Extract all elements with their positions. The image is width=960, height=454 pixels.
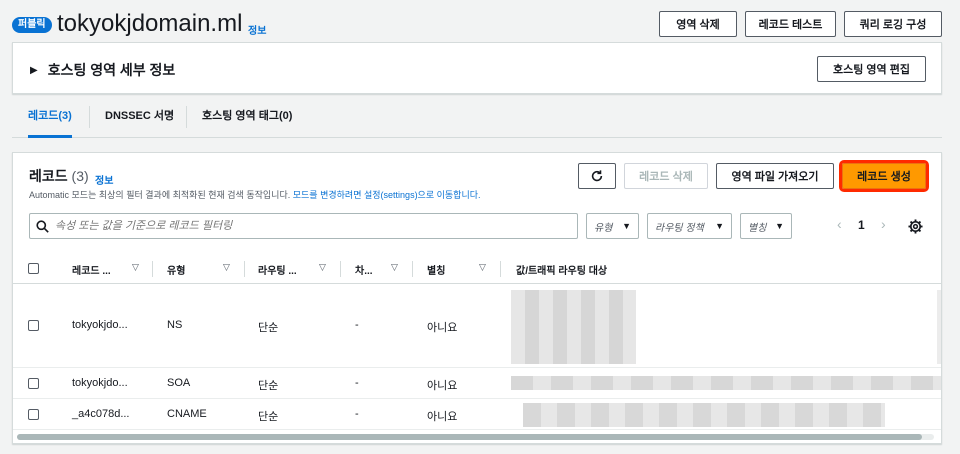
refresh-button[interactable] <box>578 163 616 189</box>
records-heading: 레코드 (3) <box>29 166 89 186</box>
redacted-value <box>523 403 885 427</box>
column-header-routing[interactable]: 라우팅 ... <box>258 262 297 277</box>
column-divider <box>412 261 413 277</box>
column-divider <box>340 261 341 277</box>
caret-down-icon: ▼ <box>715 221 724 231</box>
record-name: tokyokjdo... <box>72 319 128 331</box>
delete-zone-button[interactable]: 영역 삭제 <box>659 11 737 37</box>
gear-icon[interactable] <box>908 219 923 234</box>
record-routing: 단순 <box>258 380 279 392</box>
redacted-value <box>511 290 636 364</box>
records-info-link[interactable]: 정보 <box>95 172 113 187</box>
record-diff: - <box>355 319 359 331</box>
record-filter-search[interactable] <box>29 213 578 239</box>
row-checkbox[interactable] <box>28 409 39 420</box>
create-record-button[interactable]: 레코드 생성 <box>839 160 929 192</box>
settings-link[interactable]: 모드를 변경하려면 설정(settings)으로 이동합니다. <box>293 190 481 200</box>
sort-icon[interactable]: ▽ <box>132 262 139 273</box>
caret-down-icon: ▼ <box>775 221 784 231</box>
caret-right-icon: ▶ <box>30 64 38 76</box>
type-filter-select[interactable]: 유형 ▼ <box>586 213 639 239</box>
row-checkbox[interactable] <box>28 320 39 331</box>
row-checkbox[interactable] <box>28 378 39 389</box>
query-logging-button[interactable]: 쿼리 로깅 구성 <box>844 11 942 37</box>
alias-filter-select[interactable]: 별칭 ▼ <box>740 213 792 239</box>
alias-filter-label: 별칭 <box>748 222 767 234</box>
hosted-zone-details-title: 호스팅 영역 세부 정보 <box>47 62 176 78</box>
tab-records[interactable]: 레코드(3) <box>28 96 72 138</box>
sort-icon[interactable]: ▽ <box>223 262 230 273</box>
table-header: 레코드 ... ▽ 유형 ▽ 라우팅 ... ▽ 차... ▽ 별칭 ▽ 값/트… <box>13 254 941 284</box>
record-routing: 단순 <box>258 411 279 423</box>
record-diff: - <box>355 377 359 389</box>
sort-icon[interactable]: ▽ <box>479 262 486 273</box>
record-type: NS <box>167 319 183 331</box>
refresh-icon <box>591 170 603 182</box>
edit-hosted-zone-button[interactable]: 호스팅 영역 편집 <box>817 56 926 82</box>
sort-icon[interactable]: ▽ <box>319 262 326 273</box>
select-all-checkbox[interactable] <box>28 263 39 274</box>
page-title: tokyokjdomain.ml <box>57 10 243 37</box>
record-routing: 단순 <box>258 322 279 334</box>
record-diff: - <box>355 408 359 420</box>
record-alias: 아니요 <box>427 411 458 423</box>
table-row[interactable]: _a4c078d... CNAME 단순 - 아니요 <box>13 399 941 430</box>
description-text: Automatic 모드는 최상의 필터 결과에 최적화된 현재 검색 동작입니… <box>29 190 293 200</box>
tab-divider <box>186 106 187 128</box>
record-alias: 아니요 <box>427 322 458 334</box>
caret-down-icon: ▼ <box>622 221 631 231</box>
routing-filter-select[interactable]: 라우팅 정책 ▼ <box>647 213 732 239</box>
table-row[interactable]: tokyokjdo... NS 단순 - 아니요 <box>13 284 941 368</box>
import-zone-file-button[interactable]: 영역 파일 가져오기 <box>716 163 834 189</box>
public-badge: 퍼블릭 <box>12 17 52 33</box>
record-type: SOA <box>167 377 191 389</box>
title-info-link[interactable]: 정보 <box>248 22 266 37</box>
search-icon <box>36 219 49 233</box>
column-header-name[interactable]: 레코드 ... <box>72 262 111 277</box>
column-header-type[interactable]: 유형 <box>167 262 185 277</box>
column-header-value[interactable]: 값/트래픽 라우팅 대상 <box>516 262 607 277</box>
record-alias: 아니요 <box>427 380 458 392</box>
routing-filter-label: 라우팅 정책 <box>655 222 704 234</box>
records-count: (3) <box>71 168 89 184</box>
column-divider <box>244 261 245 277</box>
current-page[interactable]: 1 <box>858 218 865 232</box>
test-record-button[interactable]: 레코드 테스트 <box>745 11 836 37</box>
tab-tags[interactable]: 호스팅 영역 태그(0) <box>202 96 292 138</box>
column-header-diff[interactable]: 차... <box>355 262 373 277</box>
search-input[interactable] <box>55 220 555 232</box>
delete-record-button[interactable]: 레코드 삭제 <box>624 163 708 189</box>
column-divider <box>500 261 501 277</box>
chevron-left-icon[interactable]: ‹ <box>837 216 842 232</box>
sort-icon[interactable]: ▽ <box>391 262 398 273</box>
record-type: CNAME <box>167 408 207 420</box>
redacted-value <box>511 376 941 390</box>
records-description: Automatic 모드는 최상의 필터 결과에 최적화된 현재 검색 동작입니… <box>29 188 481 201</box>
record-name: tokyokjdo... <box>72 377 128 389</box>
type-filter-label: 유형 <box>594 222 613 234</box>
tab-divider <box>89 106 90 128</box>
chevron-right-icon[interactable]: › <box>881 216 886 232</box>
scrollbar-thumb[interactable] <box>17 434 922 440</box>
hosted-zone-details-toggle[interactable]: ▶ 호스팅 영역 세부 정보 <box>30 60 175 80</box>
tab-bar: 레코드(3) DNSSEC 서명 호스팅 영역 태그(0) <box>12 96 942 138</box>
tab-dnssec[interactable]: DNSSEC 서명 <box>105 96 174 138</box>
table-row[interactable]: tokyokjdo... SOA 단순 - 아니요 <box>13 368 941 399</box>
horizontal-scrollbar[interactable] <box>17 434 934 440</box>
record-name: _a4c078d... <box>72 408 130 420</box>
redacted-value <box>937 290 941 364</box>
column-header-alias[interactable]: 별칭 <box>427 262 445 277</box>
column-divider <box>152 261 153 277</box>
records-title: 레코드 <box>29 168 68 184</box>
